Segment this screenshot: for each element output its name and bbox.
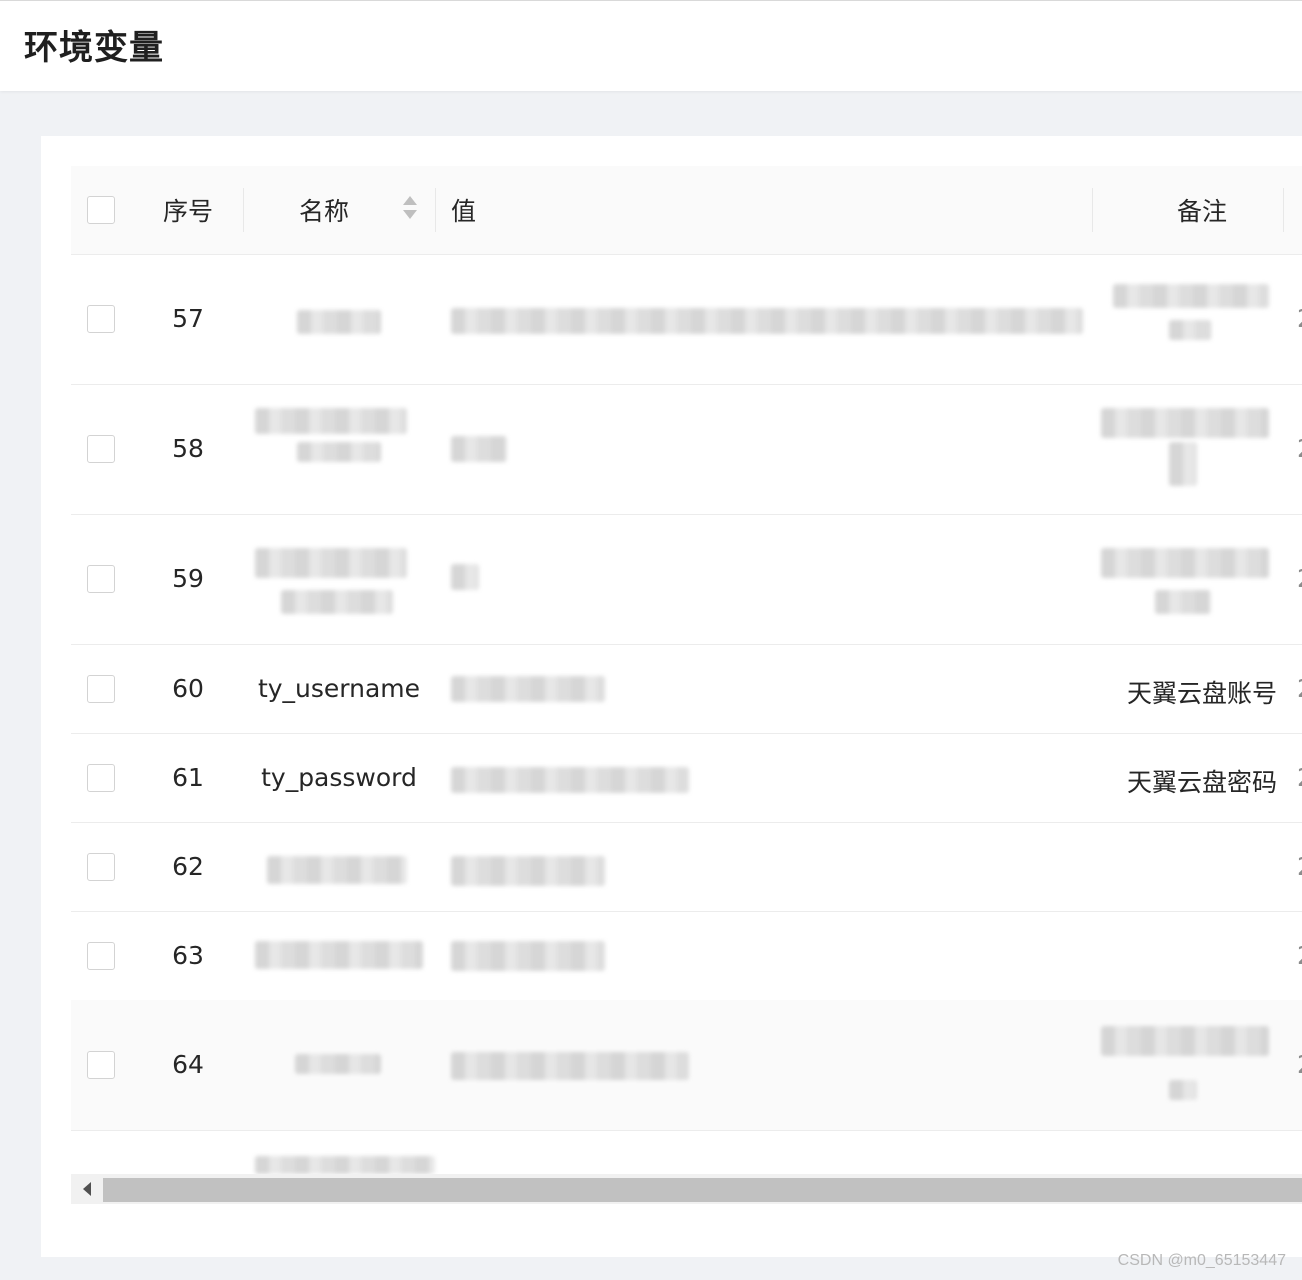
row-index: 63 xyxy=(172,941,204,970)
redacted-value xyxy=(255,941,423,969)
column-header-value: 值 xyxy=(451,197,477,226)
redacted-value xyxy=(451,676,605,702)
table-row[interactable]: 59 2 xyxy=(71,514,1302,645)
row-note: 天翼云盘账号 xyxy=(1126,679,1277,708)
row-cutoff-text: 2 xyxy=(1297,1050,1302,1079)
column-divider xyxy=(1283,188,1284,232)
redacted-value xyxy=(1169,320,1211,340)
redacted-value xyxy=(1101,1026,1269,1056)
row-index: 60 xyxy=(172,674,204,703)
table-row[interactable]: 62 2 xyxy=(71,822,1302,912)
redacted-value xyxy=(451,767,689,793)
row-index: 61 xyxy=(172,763,204,792)
row-index: 57 xyxy=(172,304,204,333)
sort-ascending-icon[interactable] xyxy=(403,196,417,205)
row-checkbox[interactable] xyxy=(87,435,115,463)
redacted-value xyxy=(1101,548,1269,578)
row-checkbox[interactable] xyxy=(87,764,115,792)
table-header: 序号 名称 值 备注 xyxy=(71,166,1302,255)
redacted-value xyxy=(451,856,605,886)
redacted-value xyxy=(451,564,479,590)
select-all-checkbox[interactable] xyxy=(87,196,115,224)
horizontal-scrollbar[interactable] xyxy=(71,1174,1302,1204)
redacted-value xyxy=(1113,284,1269,308)
column-header-index: 序号 xyxy=(162,197,213,226)
redacted-value xyxy=(1169,442,1197,486)
table-row[interactable]: 57 2 xyxy=(71,254,1302,385)
redacted-value xyxy=(297,310,381,334)
row-checkbox[interactable] xyxy=(87,565,115,593)
row-cutoff-text: 2 xyxy=(1297,674,1302,703)
column-header-name[interactable]: 名称 xyxy=(299,166,349,254)
arrow-left-icon xyxy=(83,1182,91,1196)
row-index: 62 xyxy=(172,852,204,881)
scroll-left-button[interactable] xyxy=(71,1174,103,1204)
column-header-note: 备注 xyxy=(1176,197,1227,226)
redacted-value xyxy=(295,1054,381,1074)
column-divider xyxy=(1092,188,1093,232)
row-name: ty_password xyxy=(261,763,417,792)
row-checkbox[interactable] xyxy=(87,305,115,333)
row-cutoff-text: 2 xyxy=(1297,434,1302,463)
row-note: 天翼云盘密码 xyxy=(1126,768,1277,797)
redacted-value xyxy=(451,1052,689,1080)
redacted-value xyxy=(297,442,381,462)
row-cutoff-text: 2 xyxy=(1297,852,1302,881)
row-cutoff-text: 2 xyxy=(1297,304,1302,333)
row-index: 58 xyxy=(172,434,204,463)
table-row[interactable]: 64 2 xyxy=(71,1000,1302,1131)
row-index: 64 xyxy=(172,1050,204,1079)
redacted-value xyxy=(451,941,605,971)
column-divider xyxy=(435,188,436,232)
table-row[interactable]: 63 2 xyxy=(71,911,1302,1001)
sort-icon[interactable] xyxy=(402,196,418,224)
sort-descending-icon[interactable] xyxy=(403,210,417,219)
row-checkbox[interactable] xyxy=(87,942,115,970)
page-header: 环境变量 xyxy=(0,0,1302,91)
row-checkbox[interactable] xyxy=(87,853,115,881)
row-name: ty_username xyxy=(257,674,421,703)
row-cutoff-text: 2 xyxy=(1297,941,1302,970)
table-row[interactable]: 60 ty_username 天翼云盘账号 2 xyxy=(71,644,1302,734)
row-checkbox[interactable] xyxy=(87,1051,115,1079)
redacted-value xyxy=(267,856,407,884)
redacted-value xyxy=(451,308,1083,334)
watermark: CSDN @m0_65153447 xyxy=(1117,1252,1286,1269)
redacted-value xyxy=(1169,1080,1197,1100)
row-cutoff-text: 2 xyxy=(1297,763,1302,792)
scrollbar-thumb[interactable] xyxy=(103,1178,1302,1202)
column-divider xyxy=(243,188,244,232)
redacted-value xyxy=(281,590,393,614)
table-row[interactable]: 58 2 xyxy=(71,384,1302,515)
redacted-value xyxy=(1101,408,1269,438)
row-index: 59 xyxy=(172,564,204,593)
redacted-value xyxy=(255,408,407,434)
row-cutoff-text: 2 xyxy=(1297,564,1302,593)
redacted-value xyxy=(255,1156,435,1174)
row-checkbox[interactable] xyxy=(87,675,115,703)
table-row[interactable]: 61 ty_password 天翼云盘密码 2 xyxy=(71,733,1302,823)
redacted-value xyxy=(1155,590,1211,614)
page-title: 环境变量 xyxy=(24,28,164,68)
redacted-value xyxy=(255,548,407,578)
redacted-value xyxy=(451,436,507,462)
